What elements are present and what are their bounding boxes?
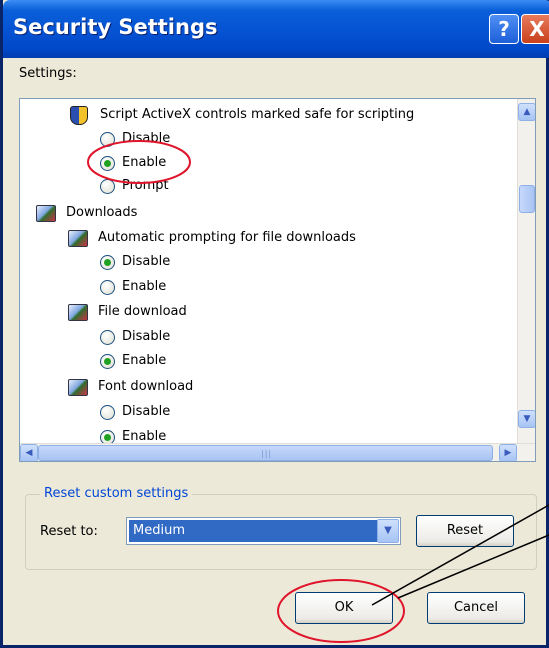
- reset-custom-settings-group: Reset custom settings Reset to: Medium ▼…: [25, 486, 537, 570]
- help-button[interactable]: ?: [489, 14, 519, 44]
- radio-button[interactable]: [100, 330, 115, 345]
- dialog-title: Security Settings: [13, 15, 218, 39]
- downloads-settings-icon: [36, 205, 56, 222]
- tree-category-label: Downloads: [66, 205, 138, 220]
- tree-item-label: Automatic prompting for file downloads: [98, 230, 356, 245]
- tree-item-label: Font download: [98, 379, 194, 394]
- download-setting-icon: [68, 230, 88, 247]
- reset-level-value: Medium: [129, 520, 377, 542]
- scroll-grip-icon: |||: [261, 449, 273, 458]
- scroll-down-arrow-icon[interactable]: ▼: [518, 410, 535, 428]
- download-setting-icon: [68, 304, 88, 321]
- scroll-right-arrow-icon[interactable]: ▶: [499, 444, 517, 461]
- radio-button[interactable]: [100, 179, 115, 194]
- radio-label: Disable: [122, 329, 171, 344]
- radio-label: Enable: [122, 155, 167, 170]
- reset-level-dropdown[interactable]: Medium ▼: [126, 517, 401, 545]
- radio-label: Disable: [122, 404, 171, 419]
- tree-item-label: Script ActiveX controls marked safe for …: [100, 107, 415, 122]
- reset-button[interactable]: Reset: [416, 515, 514, 547]
- radio-button[interactable]: [100, 255, 115, 270]
- ok-button[interactable]: OK: [295, 592, 393, 624]
- reset-to-label: Reset to:: [40, 524, 98, 539]
- cancel-button[interactable]: Cancel: [427, 592, 525, 624]
- radio-label: Disable: [122, 254, 171, 269]
- group-title: Reset custom settings: [40, 486, 193, 501]
- settings-label: Settings:: [19, 66, 77, 81]
- scroll-up-arrow-icon[interactable]: ▲: [518, 103, 535, 121]
- close-button[interactable]: X: [521, 14, 549, 44]
- radio-label: Disable: [122, 131, 171, 146]
- horizontal-scroll-thumb[interactable]: |||: [38, 445, 493, 461]
- settings-tree[interactable]: Script ActiveX controls marked safe for …: [19, 98, 536, 462]
- vertical-scroll-thumb[interactable]: [519, 185, 535, 213]
- vertical-scrollbar[interactable]: ▲ ▼: [517, 99, 535, 444]
- chevron-down-icon[interactable]: ▼: [377, 519, 399, 543]
- title-bar[interactable]: Security Settings ? X: [3, 0, 549, 58]
- radio-label: Prompt: [122, 178, 169, 193]
- download-setting-icon: [68, 379, 88, 396]
- radio-button[interactable]: [100, 354, 115, 369]
- radio-button[interactable]: [100, 405, 115, 420]
- horizontal-scrollbar[interactable]: ◀ ||| ▶: [20, 443, 535, 461]
- tree-item-label: File download: [98, 304, 187, 319]
- radio-button[interactable]: [100, 132, 115, 147]
- security-shield-icon: [70, 106, 88, 125]
- security-settings-dialog: Security Settings ? X Settings: Script A…: [0, 0, 549, 648]
- radio-button[interactable]: [100, 156, 115, 171]
- radio-label: Enable: [122, 353, 167, 368]
- radio-button[interactable]: [100, 280, 115, 295]
- radio-label: Enable: [122, 279, 167, 294]
- scroll-left-arrow-icon[interactable]: ◀: [20, 444, 38, 461]
